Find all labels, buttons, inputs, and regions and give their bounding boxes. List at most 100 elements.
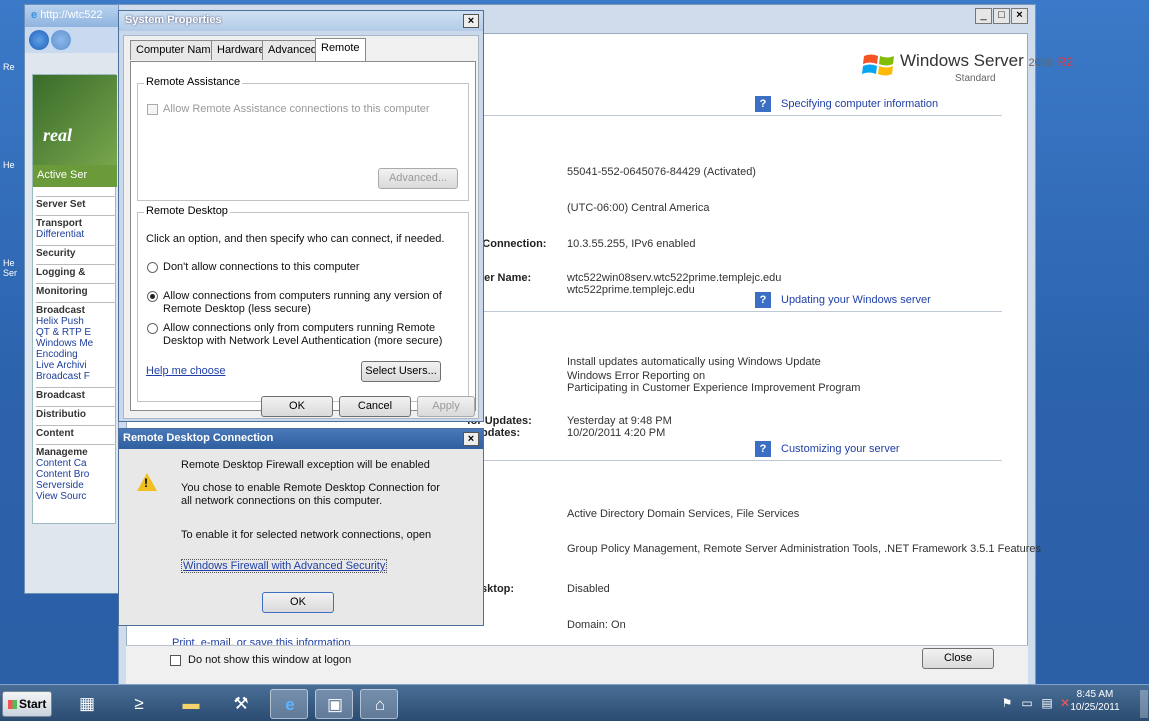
explorer-taskbar-button[interactable]: ▬ <box>172 689 210 719</box>
system-properties-body: Computer Name Hardware Advanced Remote R… <box>123 35 479 419</box>
nav-link[interactable]: Differentiat <box>36 229 116 240</box>
info-value: 10/20/2011 4:20 PM <box>567 427 666 439</box>
desktop-left-strip: Re He He Ser <box>0 0 24 684</box>
internet-explorer-taskbar-button[interactable]: e <box>270 689 308 719</box>
start-button[interactable]: Start <box>2 691 52 717</box>
maximize-button[interactable]: □ <box>993 8 1010 24</box>
forward-button[interactable] <box>51 30 71 50</box>
help-icon: ? <box>755 441 771 457</box>
minimize-button[interactable]: _ <box>975 8 992 24</box>
browser-title: http://wtc522 <box>40 9 103 21</box>
nav-heading: Transport <box>36 215 116 229</box>
tools-taskbar-button[interactable]: ⚒ <box>222 689 260 719</box>
section-header-computer-info: ? Specifying computer information <box>472 94 1002 116</box>
powershell-taskbar-button[interactable]: ≥ <box>120 689 158 719</box>
dont-show-label: Do not show this window at logon <box>188 654 352 666</box>
devices-icon[interactable]: ▤ <box>1040 696 1054 710</box>
tab-computer-name[interactable]: Computer Name <box>130 40 223 60</box>
nav-link[interactable]: Content Bro <box>36 469 116 480</box>
select-users-button[interactable]: Select Users... <box>361 361 441 382</box>
tab-remote[interactable]: Remote <box>315 38 366 61</box>
advanced-button[interactable]: Advanced... <box>378 168 458 189</box>
clock-date: 10/25/2011 <box>1070 702 1120 713</box>
system-properties-dialog[interactable]: System Properties × Computer Name Hardwa… <box>118 10 484 422</box>
section-title[interactable]: Updating your Windows server <box>781 294 931 306</box>
rdc-ok-button[interactable]: OK <box>262 592 334 613</box>
side-label: He <box>3 160 15 170</box>
cancel-button[interactable]: Cancel <box>339 396 411 417</box>
group-title: Remote Desktop <box>144 205 230 217</box>
nav-link[interactable]: Encoding <box>36 349 116 360</box>
windows-flag-icon <box>862 54 894 76</box>
active-server-tab[interactable]: Active Ser <box>33 165 117 187</box>
nav-link[interactable]: QT & RTP E <box>36 327 116 338</box>
allow-remote-assistance-label: Allow Remote Assistance connections to t… <box>163 103 430 115</box>
server-manager-icon: ▦ <box>78 694 96 713</box>
nav-link[interactable]: View Sourc <box>36 491 116 502</box>
section-header-updating: ? Updating your Windows server <box>472 290 1002 312</box>
application-icon: ▣ <box>326 695 344 714</box>
nav-heading: Manageme <box>36 444 116 458</box>
allow-nla-only-label: Allow connections only from computers ru… <box>163 322 443 347</box>
rdc-message: You chose to enable Remote Desktop Conne… <box>181 482 440 507</box>
help-icon: ? <box>755 292 771 308</box>
nav-heading: Server Set <box>36 196 116 210</box>
back-button[interactable] <box>29 30 49 50</box>
info-value: Yesterday at 9:48 PM <box>567 415 672 427</box>
network-icon[interactable]: ▭ <box>1020 696 1034 710</box>
close-window-button[interactable]: × <box>1011 8 1028 24</box>
taskbar-clock[interactable]: 8:45 AM 10/25/2011 <box>1070 688 1120 714</box>
section-title[interactable]: Customizing your server <box>781 443 900 455</box>
info-value: wtc522prime.templejc.edu <box>567 284 695 296</box>
remote-desktop-instruction: Click an option, and then specify who ca… <box>146 233 445 245</box>
show-desktop-button[interactable] <box>1140 690 1148 718</box>
dont-allow-label: Don't allow connections to this computer <box>163 261 360 273</box>
system-properties-taskbar-button[interactable]: ⌂ <box>360 689 398 719</box>
edition-label: Standard <box>955 73 996 84</box>
tab-advanced[interactable]: Advanced <box>262 40 323 60</box>
allow-any-version-radio[interactable] <box>147 291 158 302</box>
action-center-flag-icon[interactable]: ⚑ <box>1000 696 1014 710</box>
windows-flag-icon <box>8 700 17 709</box>
rdc-titlebar[interactable]: Remote Desktop Connection <box>119 429 483 449</box>
info-value: Install updates automatically using Wind… <box>567 356 821 368</box>
allow-nla-only-radio[interactable] <box>147 323 158 334</box>
info-value: 10.3.55.255, IPv6 enabled <box>567 238 696 250</box>
powershell-icon: ≥ <box>134 694 144 713</box>
app-taskbar-button[interactable]: ▣ <box>315 689 353 719</box>
close-icon[interactable]: × <box>463 14 479 28</box>
nav-link[interactable]: Broadcast F <box>36 371 116 382</box>
nav-link[interactable]: Serverside <box>36 480 116 491</box>
tools-icon: ⚒ <box>233 694 249 713</box>
nav-link[interactable]: Helix Push <box>36 316 116 327</box>
server-manager-taskbar-button[interactable]: ▦ <box>68 689 106 719</box>
info-value: 55041-552-0645076-84429 (Activated) <box>567 166 756 178</box>
ie-icon: e <box>31 9 38 21</box>
nav-link[interactable]: Content Ca <box>36 458 116 469</box>
close-button[interactable]: Close <box>922 648 994 669</box>
help-me-choose-link[interactable]: Help me choose <box>146 365 226 377</box>
allow-remote-assistance-checkbox[interactable] <box>147 104 158 115</box>
help-icon: ? <box>755 96 771 112</box>
windows-firewall-link[interactable]: Windows Firewall with Advanced Security <box>181 559 388 573</box>
info-value: Domain: On <box>567 619 626 631</box>
server-manager-footer: Do not show this window at logon Close <box>126 645 1028 685</box>
windows-server-text: Windows Server 2008 R2 <box>900 51 1074 70</box>
warning-icon-mark: ! <box>144 476 148 490</box>
nav-heading: Logging & <box>36 264 116 278</box>
close-icon[interactable]: × <box>463 432 479 446</box>
apply-button[interactable]: Apply <box>417 396 475 417</box>
section-title[interactable]: Specifying computer information <box>781 98 938 110</box>
real-web-panel: real Active Ser Server Set Transport Diffe… <box>32 74 117 524</box>
ok-button[interactable]: OK <box>261 396 333 417</box>
info-value: Active Directory Domain Services, File S… <box>567 508 800 520</box>
nav-link[interactable]: Live Archivi <box>36 360 116 371</box>
side-label: He <box>3 258 15 268</box>
nav-link[interactable]: Windows Me <box>36 338 116 349</box>
system-properties-titlebar[interactable]: System Properties <box>119 11 483 31</box>
remote-desktop-connection-dialog[interactable]: Remote Desktop Connection × ! Remote Des… <box>118 428 484 626</box>
dont-allow-radio[interactable] <box>147 262 158 273</box>
info-value: Windows Error Reporting on <box>567 370 706 382</box>
dont-show-checkbox[interactable] <box>170 655 181 666</box>
rdc-message-open: To enable it for selected network connec… <box>181 529 432 541</box>
